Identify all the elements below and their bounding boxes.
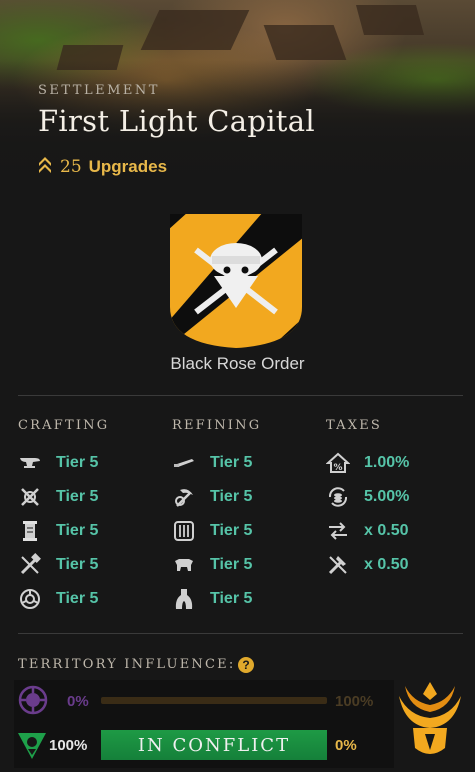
scroll-icon [18,519,42,543]
crafting-row-engineering: Tier 5 [18,451,98,475]
tax-value-2: 5.00% [364,488,410,505]
tax-row-crafting-fee: x 0.50 [326,553,408,577]
refining-row-woodworking: Tier 5 [172,587,252,611]
company-crest [168,212,304,350]
kiln-icon [172,587,196,611]
crafting-fee-icon [326,553,350,577]
company-name: Black Rose Order [170,354,305,373]
crafting-heading: CRAFTING [18,418,110,433]
covenant-influence-percent: 100% [335,693,374,710]
upgrades-label: Upgrades [88,156,168,176]
marauders-faction-icon [16,729,48,766]
tax-row-property: % 1.00% [326,451,409,475]
refining-row-smelting: Tier 5 [172,451,252,475]
divider-top [18,395,463,396]
crafting-row-armoring: Tier 5 [18,553,98,577]
tax-value-3: x 0.50 [364,522,409,539]
tax-value-1: 1.00% [364,454,410,471]
refining-tier-3: Tier 5 [210,522,253,539]
coin-cycle-icon [326,485,350,509]
influence-bar-track [101,697,327,704]
tax-value-4: x 0.50 [364,556,409,573]
help-icon[interactable]: ? [238,657,254,673]
crafting-tier-5: Tier 5 [56,590,99,607]
property-tax-icon: % [326,451,350,475]
crafting-row-jewelcrafting: Tier 5 [18,587,98,611]
trade-arrows-icon [326,519,350,543]
upgrade-chevrons-icon [38,154,52,179]
conflict-status-bar: IN CONFLICT [101,730,327,760]
refining-tier-4: Tier 5 [210,556,253,573]
crossed-tools-icon [18,485,42,509]
marauders-influence-percent: 100% [49,737,88,754]
crafting-tier-3: Tier 5 [56,522,99,539]
crafting-row-weaponsmithing: Tier 5 [18,485,98,509]
syndicate-influence-percent: 0% [67,693,89,710]
refining-row-weaving: Tier 5 [172,519,252,543]
pickaxe-icon [172,485,196,509]
crafting-tier-1: Tier 5 [56,454,99,471]
crafting-tier-2: Tier 5 [56,488,99,505]
loom-icon [172,519,196,543]
crafting-row-arcana: Tier 5 [18,519,98,543]
settlement-panel: SETTLEMENT First Light Capital 25 Upgrad… [0,0,475,772]
refining-tier-5: Tier 5 [210,590,253,607]
svg-text:%: % [333,463,342,473]
territory-influence-label: TERRITORY INFLUENCE: [18,657,236,672]
opponent-influence-percent: 0% [335,737,357,754]
refining-row-tanning: Tier 5 [172,553,252,577]
settlement-title: First Light Capital [38,104,315,138]
refining-row-stonecutting: Tier 5 [172,485,252,509]
taxes-heading: TAXES [326,418,382,433]
tax-row-trade-fee: x 0.50 [326,519,408,543]
tax-row-trading: 5.00% [326,485,409,509]
ring-icon [18,587,42,611]
syndicate-faction-icon [18,685,48,720]
refining-heading: REFINING [172,418,262,433]
crafting-tier-4: Tier 5 [56,556,99,573]
conflict-status-text: IN CONFLICT [137,734,291,756]
upgrades-count: 25 Upgrades [38,154,167,179]
tanning-rack-icon [172,553,196,577]
anvil-icon [18,451,42,475]
covenant-faction-emblem [395,678,465,760]
upgrades-number: 25 [60,156,82,177]
refining-tier-1: Tier 5 [210,454,253,471]
refining-tier-2: Tier 5 [210,488,253,505]
settlement-label: SETTLEMENT [38,83,160,98]
hammer-saw-icon [18,553,42,577]
blade-icon [172,451,196,475]
divider-bottom [18,633,463,634]
